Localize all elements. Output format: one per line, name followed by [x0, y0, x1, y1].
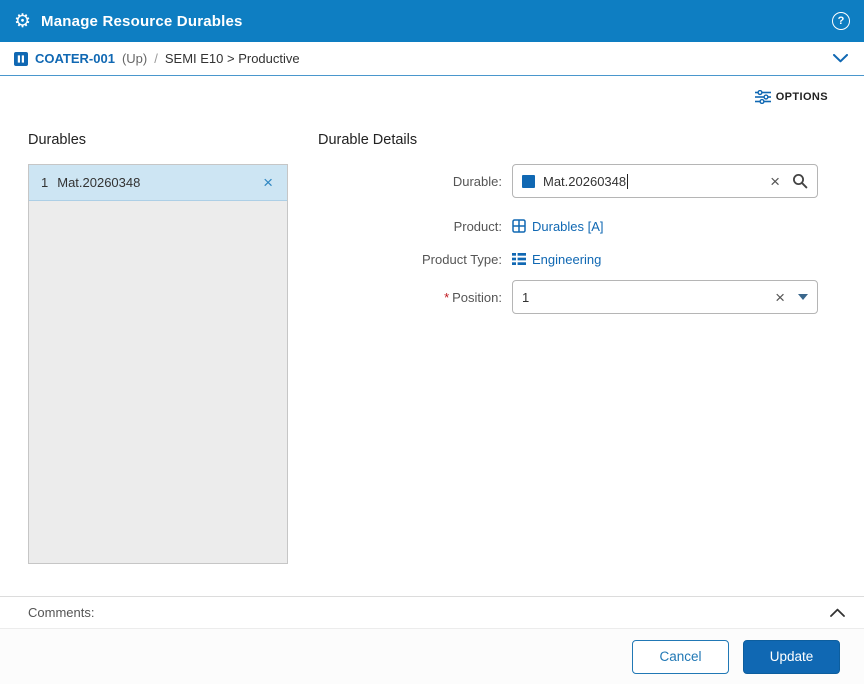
dropdown-caret-icon[interactable] — [798, 294, 808, 300]
comments-section: Comments: — [0, 596, 864, 628]
durable-label: Durable: — [318, 174, 512, 189]
product-type-link[interactable]: Engineering — [512, 252, 601, 267]
position-label: *Position: — [318, 290, 512, 305]
remove-durable-icon[interactable]: × — [259, 172, 277, 193]
dialog-content: OPTIONS Durables 1 Mat.20260348 × Durabl… — [0, 76, 864, 596]
comments-collapse-button[interactable] — [827, 605, 848, 620]
options-icon — [755, 90, 771, 104]
durable-details-panel: Durable Details Durable: Mat.20260348 × — [318, 132, 830, 314]
page-title: Manage Resource Durables — [41, 13, 243, 30]
product-type-link-label: Engineering — [532, 252, 601, 267]
product-type-icon — [512, 253, 526, 265]
options-button[interactable]: OPTIONS — [755, 90, 828, 104]
manage-resource-durables-dialog: ⚙ Manage Resource Durables ? COATER-001 … — [0, 0, 864, 684]
resource-context-bar: COATER-001 (Up) / SEMI E10 > Productive — [0, 42, 864, 76]
position-clear-icon[interactable]: × — [768, 289, 792, 306]
durables-panel: Durables 1 Mat.20260348 × — [28, 132, 288, 564]
resource-state-up: (Up) — [122, 51, 147, 66]
cancel-button[interactable]: Cancel — [632, 640, 729, 674]
list-item-name: Mat.20260348 — [57, 175, 140, 190]
durable-details-title: Durable Details — [318, 132, 830, 148]
gear-icon: ⚙ — [14, 12, 31, 31]
material-icon — [522, 175, 535, 188]
update-button[interactable]: Update — [743, 640, 840, 674]
search-icon — [792, 173, 808, 189]
product-type-label: Product Type: — [318, 252, 512, 267]
product-link[interactable]: Durables [A] — [512, 219, 604, 234]
help-button[interactable]: ? — [832, 12, 850, 30]
required-mark: * — [444, 290, 449, 305]
resource-link[interactable]: COATER-001 — [35, 51, 115, 66]
position-label-text: Position: — [452, 290, 502, 305]
text-cursor — [627, 174, 628, 189]
chevron-down-icon — [833, 54, 848, 63]
breadcrumb-separator: / — [154, 51, 158, 66]
options-label: OPTIONS — [776, 91, 828, 103]
product-type-field-row: Product Type: Engineering — [318, 247, 830, 271]
resource-icon — [14, 52, 28, 66]
durable-input[interactable]: Mat.20260348 × — [512, 164, 818, 198]
product-link-label: Durables [A] — [532, 219, 604, 234]
product-field-row: Product: Durables [A] — [318, 214, 830, 238]
durables-list-item[interactable]: 1 Mat.20260348 × — [29, 165, 287, 201]
position-value: 1 — [522, 290, 529, 305]
product-label: Product: — [318, 219, 512, 234]
durables-list: 1 Mat.20260348 × — [28, 164, 288, 564]
durable-input-value: Mat.20260348 — [543, 174, 626, 189]
durable-search-button[interactable] — [787, 173, 808, 189]
dialog-footer: Cancel Update — [0, 628, 864, 684]
list-item-index: 1 — [41, 175, 48, 190]
dialog-header: ⚙ Manage Resource Durables ? — [0, 0, 864, 42]
position-combobox[interactable]: 1 × — [512, 280, 818, 314]
position-field-row: *Position: 1 × — [318, 280, 830, 314]
chevron-up-icon — [830, 608, 845, 617]
durable-clear-icon[interactable]: × — [763, 173, 787, 190]
header-collapse-button[interactable] — [831, 50, 850, 67]
product-icon — [512, 219, 526, 233]
resource-e10-state: SEMI E10 > Productive — [165, 51, 300, 66]
durable-field-row: Durable: Mat.20260348 × — [318, 164, 830, 198]
comments-label: Comments: — [28, 605, 94, 620]
durables-panel-title: Durables — [28, 132, 288, 148]
